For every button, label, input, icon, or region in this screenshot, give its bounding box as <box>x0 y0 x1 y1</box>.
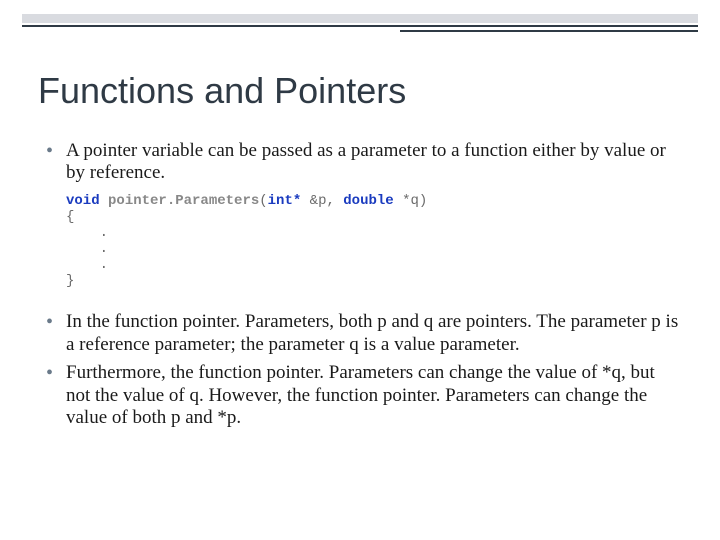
bullet-item: Furthermore, the function pointer. Param… <box>38 362 680 429</box>
keyword-int-ptr: int* <box>268 193 302 209</box>
bullet-item: In the function pointer. Parameters, bot… <box>38 311 680 356</box>
code-text: . <box>100 257 108 273</box>
slide-title: Functions and Pointers <box>38 70 406 112</box>
code-text: &p, <box>301 193 343 209</box>
keyword-double: double <box>343 193 393 209</box>
bullet-list: A pointer variable can be passed as a pa… <box>38 140 680 185</box>
code-text: ( <box>259 193 267 209</box>
topbar-accent-pale <box>22 14 698 23</box>
code-text: . <box>100 225 108 241</box>
topbar-rule-2 <box>400 30 698 32</box>
slide-body: A pointer variable can be passed as a pa… <box>38 140 680 435</box>
slide-topbar <box>0 0 720 34</box>
bullet-list-2: In the function pointer. Parameters, bot… <box>38 311 680 429</box>
code-text: { <box>66 209 74 225</box>
code-text: *q) <box>394 193 428 209</box>
code-text: } <box>66 273 74 289</box>
keyword-void: void <box>66 193 100 209</box>
topbar-rule-1 <box>22 25 698 27</box>
bullet-item: A pointer variable can be passed as a pa… <box>38 140 680 185</box>
code-snippet: void pointer.Parameters(int* &p, double … <box>66 193 680 290</box>
code-text: . <box>100 241 108 257</box>
function-name: pointer.Parameters <box>108 193 259 209</box>
